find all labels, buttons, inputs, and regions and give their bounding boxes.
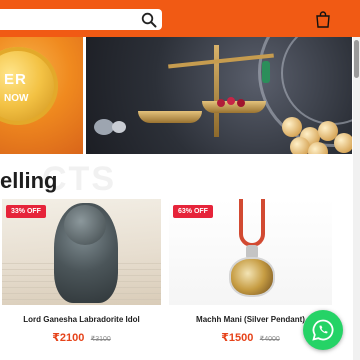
whatsapp-icon — [312, 319, 334, 341]
search-icon[interactable] — [141, 12, 157, 28]
original-price: ₹3100 — [90, 336, 111, 343]
original-price: ₹4000 — [259, 336, 280, 343]
product-name[interactable]: Lord Ganesha Labradorite Idol — [2, 315, 161, 324]
pendant-stone-graphic — [229, 257, 275, 297]
search-input[interactable] — [0, 9, 162, 30]
amber-bead — [290, 137, 310, 154]
page: ER NOW CTS elling 33% OFF Lord Ganesha L… — [0, 0, 360, 360]
shopping-bag-icon[interactable] — [315, 11, 331, 28]
price-row: ₹2100 ₹3100 — [2, 328, 161, 346]
promo-banner-left[interactable]: ER NOW — [0, 37, 83, 154]
ruby-gem — [217, 99, 225, 107]
scrollbar-track[interactable] — [353, 37, 360, 360]
ruby-gem — [237, 99, 245, 107]
raw-stone — [94, 119, 114, 135]
pendant-cord-graphic — [239, 199, 265, 247]
banner-left-headline: ER — [4, 71, 27, 88]
amber-bead — [282, 117, 302, 137]
header-bar — [0, 0, 360, 37]
product-card[interactable]: 33% OFF Lord Ganesha Labradorite Idol ₹2… — [2, 199, 161, 345]
green-stone — [262, 61, 270, 83]
scrollbar-thumb[interactable] — [354, 40, 359, 78]
product-image[interactable]: 63% OFF — [169, 199, 332, 305]
amber-bead — [334, 133, 352, 153]
balance-scale-pan-left — [138, 111, 202, 123]
whatsapp-chat-button[interactable] — [303, 310, 343, 350]
discount-badge: 63% OFF — [173, 205, 213, 218]
sale-price: ₹1500 — [221, 332, 254, 344]
ruby-gem — [227, 97, 235, 105]
discount-badge: 33% OFF — [6, 205, 46, 218]
product-image[interactable]: 33% OFF — [2, 199, 161, 305]
promo-banner-right[interactable] — [86, 37, 352, 154]
ganesha-head-graphic — [64, 205, 106, 245]
sale-price: ₹2100 — [52, 332, 85, 344]
banner-left-cta[interactable]: NOW — [4, 93, 28, 104]
section-title: elling — [0, 168, 58, 193]
raw-stone — [112, 121, 126, 133]
